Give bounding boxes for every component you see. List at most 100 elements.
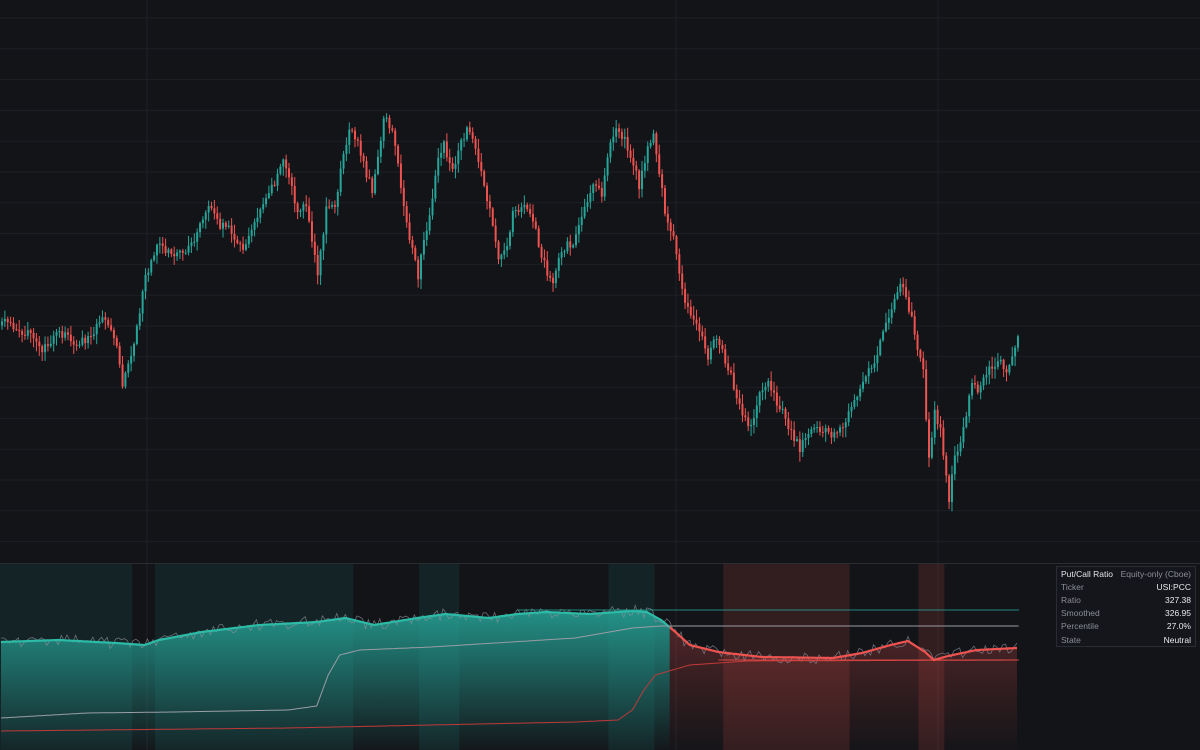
candle-body [417,259,420,280]
candle-body [569,241,572,248]
candle-body [474,138,477,149]
candle-body [557,257,560,271]
candle-body [790,428,793,431]
candle-body [468,127,471,133]
candle-body [371,178,374,193]
candle-body [833,432,836,438]
candle-body [41,346,44,353]
info-row-percentile: Percentile 27.0% [1057,620,1195,633]
candle-body [359,140,362,156]
candle-body [793,430,796,441]
candle-body [399,163,402,188]
candle-body [374,174,377,193]
candle-body [368,177,371,179]
candle-body [876,355,879,364]
info-label: State [1061,634,1081,645]
candle-body [942,427,945,456]
info-value: 327.38 [1165,594,1191,605]
candle-body [850,406,853,412]
candle-body [867,368,870,377]
candle-body [394,130,397,146]
candle-body [658,154,661,175]
candle-body [434,175,437,199]
info-value: 27.0% [1166,621,1191,632]
candle-body [342,153,345,169]
candle-body [199,223,202,233]
candle-body [526,204,529,210]
candle-body [276,173,279,186]
candle-body [870,367,873,369]
candle-body [830,431,833,438]
candle-body [448,157,451,164]
candle-body [46,344,49,347]
candle-body [991,366,994,369]
candle-body [89,336,92,338]
candle-body [121,364,124,387]
candle-body [242,243,245,250]
candle-body [305,204,308,207]
candle-body [999,359,1002,362]
candle-body [115,338,118,347]
candle-body [534,221,537,229]
candle-body [411,240,414,248]
candle-body [695,319,698,324]
candle-body [615,128,618,137]
candle-body [75,344,78,346]
candle-body [253,221,256,230]
chart-canvas[interactable] [0,0,1200,750]
candle-body [537,228,540,247]
candle-body [262,204,265,210]
candle-body [58,331,61,333]
candle-body [135,325,138,344]
candle-body [913,316,916,335]
candle-body [236,239,239,244]
info-value: USI:PCC [1156,581,1191,592]
candle-body [477,148,480,162]
candle-body [23,334,26,336]
candle-body [414,247,417,260]
candle-body [161,243,164,246]
candle-body [333,205,336,207]
candle-body [922,358,925,370]
candle-body [428,215,431,231]
candle-body [959,442,962,452]
candle-body [365,160,368,178]
candle-body [425,230,428,240]
candle-body [471,132,474,139]
candle-body [483,171,486,186]
candle-body [953,455,956,475]
candle-body [138,313,141,326]
candle-body [190,242,193,246]
candle-body [704,336,707,349]
candle-body [575,234,577,246]
candle-body [810,429,813,434]
candle-body [672,231,675,237]
candlestick-series [1,113,1019,512]
candle-body [859,388,862,397]
info-value: Neutral [1163,634,1191,645]
candle-body [652,133,655,143]
candle-body [560,252,563,258]
candle-body [49,343,52,347]
candle-body [104,317,107,320]
candle-body [302,204,305,211]
candle-body [727,363,730,371]
candle-body [319,250,322,276]
candle-body [517,209,520,212]
candle-body [661,174,664,189]
candle-body [666,213,669,223]
candle-body [936,409,939,425]
candle-body [244,244,247,250]
candle-body [440,152,443,158]
candle-body [635,165,638,171]
candle-body [250,229,253,236]
candle-body [87,336,90,344]
candle-body [230,225,233,234]
candle-body [15,329,18,331]
candle-body [669,222,672,232]
candle-body [233,233,236,240]
candle-body [778,405,781,410]
candle-body [155,244,158,256]
candle-body [204,212,207,220]
candle-body [147,272,150,275]
